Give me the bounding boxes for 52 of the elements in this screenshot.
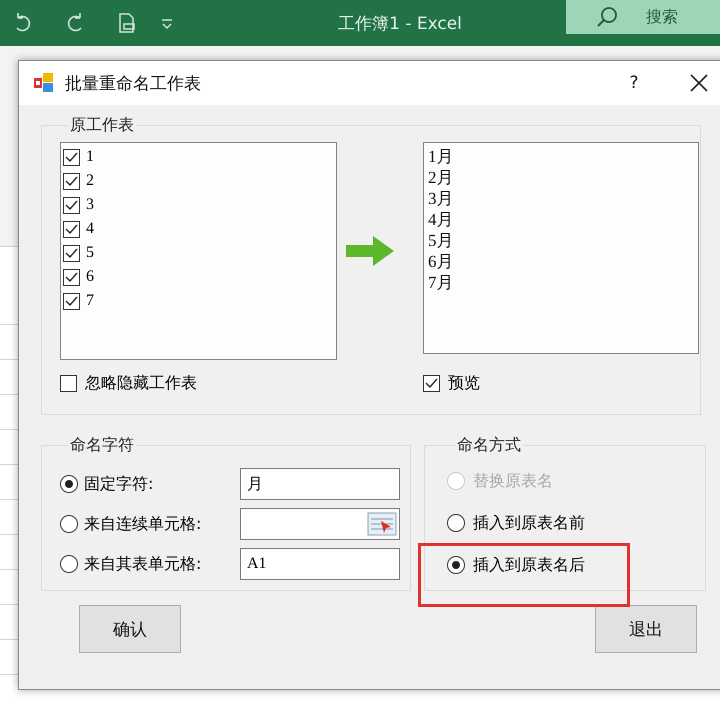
radio-button[interactable] [447,556,465,574]
radio-button[interactable] [447,514,465,532]
radio-label[interactable]: 固定字符: [84,474,234,494]
checkbox[interactable] [423,374,440,392]
preview-item: 2月 [428,167,454,188]
checkbox-label[interactable]: 忽略隐藏工作表 [85,372,197,394]
search-icon [596,6,618,28]
checkbox[interactable] [63,196,80,214]
preview-item: 1月 [428,146,454,167]
input-field[interactable]: 月 [240,468,400,500]
arrow-icon [345,235,395,267]
window-title: 工作簿1 - Excel [337,12,463,34]
sheet-name[interactable]: 6 [86,268,94,286]
dialog-title: 批量重命名工作表 [65,72,202,94]
checkbox[interactable] [60,374,77,392]
radio-label[interactable]: 来自其表单元格: [84,554,234,574]
checkbox[interactable] [63,268,80,286]
sheet-name[interactable]: 2 [86,172,94,190]
radio-button[interactable] [60,515,78,533]
radio-label[interactable]: 插入到原表名后 [473,554,585,576]
input-field[interactable] [240,508,400,540]
group-label: 命名方式 [456,435,522,456]
radio-label[interactable]: 插入到原表名前 [473,512,585,534]
search-field[interactable]: 搜索 [566,0,720,34]
checkbox[interactable] [63,244,80,262]
sheet-name[interactable]: 7 [86,292,94,310]
dialog-button[interactable]: 确认 [79,605,181,653]
input-field[interactable]: A1 [240,548,400,580]
sheet-name[interactable]: 3 [86,196,94,214]
sheet-name[interactable]: 4 [86,220,94,238]
app-icon [33,72,55,94]
group-label: 命名字符 [69,435,135,456]
dialog-button[interactable]: 退出 [595,605,697,653]
checkbox[interactable] [63,220,80,238]
checkbox-label[interactable]: 预览 [448,372,480,394]
preview-item: 3月 [428,188,454,209]
checkbox[interactable] [63,148,80,166]
checkbox[interactable] [63,292,80,310]
preview-item: 5月 [428,230,454,251]
checkbox[interactable] [63,172,80,190]
sheet-name[interactable]: 5 [86,244,94,262]
help-button[interactable]: ? [609,73,659,93]
preview-item: 7月 [428,272,454,293]
group-label: 原工作表 [69,115,135,136]
preview-item: 4月 [428,209,454,230]
radio-button[interactable] [60,555,78,573]
radio-button[interactable] [60,475,78,493]
range-picker-icon[interactable] [367,512,397,536]
preview-item: 6月 [428,251,454,272]
radio-label[interactable]: 来自连续单元格: [84,514,234,534]
close-icon[interactable] [690,74,708,92]
sheet-name[interactable]: 1 [86,148,94,166]
